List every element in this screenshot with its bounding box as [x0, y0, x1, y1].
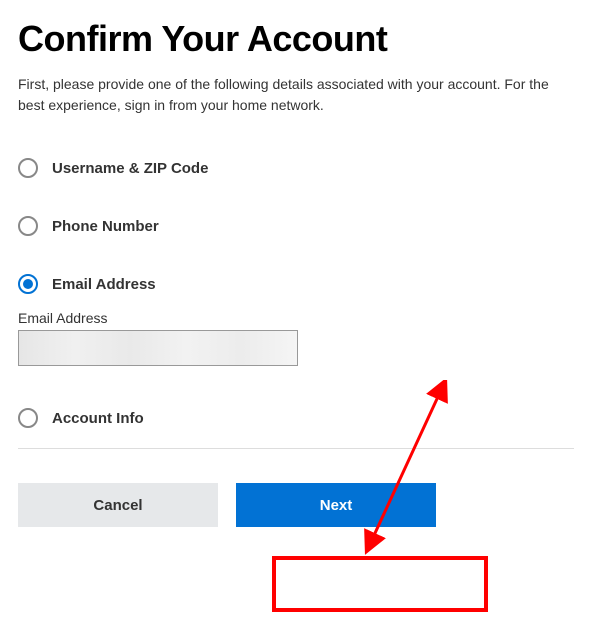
email-input[interactable] — [18, 330, 298, 366]
radio-option-account-info[interactable]: Account Info — [18, 408, 574, 428]
radio-option-email[interactable]: Email Address — [18, 274, 574, 294]
radio-icon — [18, 408, 38, 428]
radio-option-phone[interactable]: Phone Number — [18, 216, 574, 236]
next-button[interactable]: Next — [236, 483, 436, 527]
radio-icon — [18, 158, 38, 178]
cancel-button[interactable]: Cancel — [18, 483, 218, 527]
page-title: Confirm Your Account — [18, 18, 574, 60]
annotation-highlight-box — [272, 556, 488, 612]
email-input-block: Email Address — [18, 310, 574, 366]
radio-label: Username & ZIP Code — [52, 160, 208, 177]
radio-label: Account Info — [52, 410, 144, 427]
radio-label: Email Address — [52, 276, 156, 293]
page-subtitle: First, please provide one of the followi… — [18, 74, 574, 116]
radio-label: Phone Number — [52, 218, 159, 235]
email-field-label: Email Address — [18, 310, 574, 326]
radio-icon — [18, 216, 38, 236]
button-row: Cancel Next — [18, 483, 574, 527]
radio-icon-checked — [18, 274, 38, 294]
divider — [18, 448, 574, 449]
radio-option-username-zip[interactable]: Username & ZIP Code — [18, 158, 574, 178]
